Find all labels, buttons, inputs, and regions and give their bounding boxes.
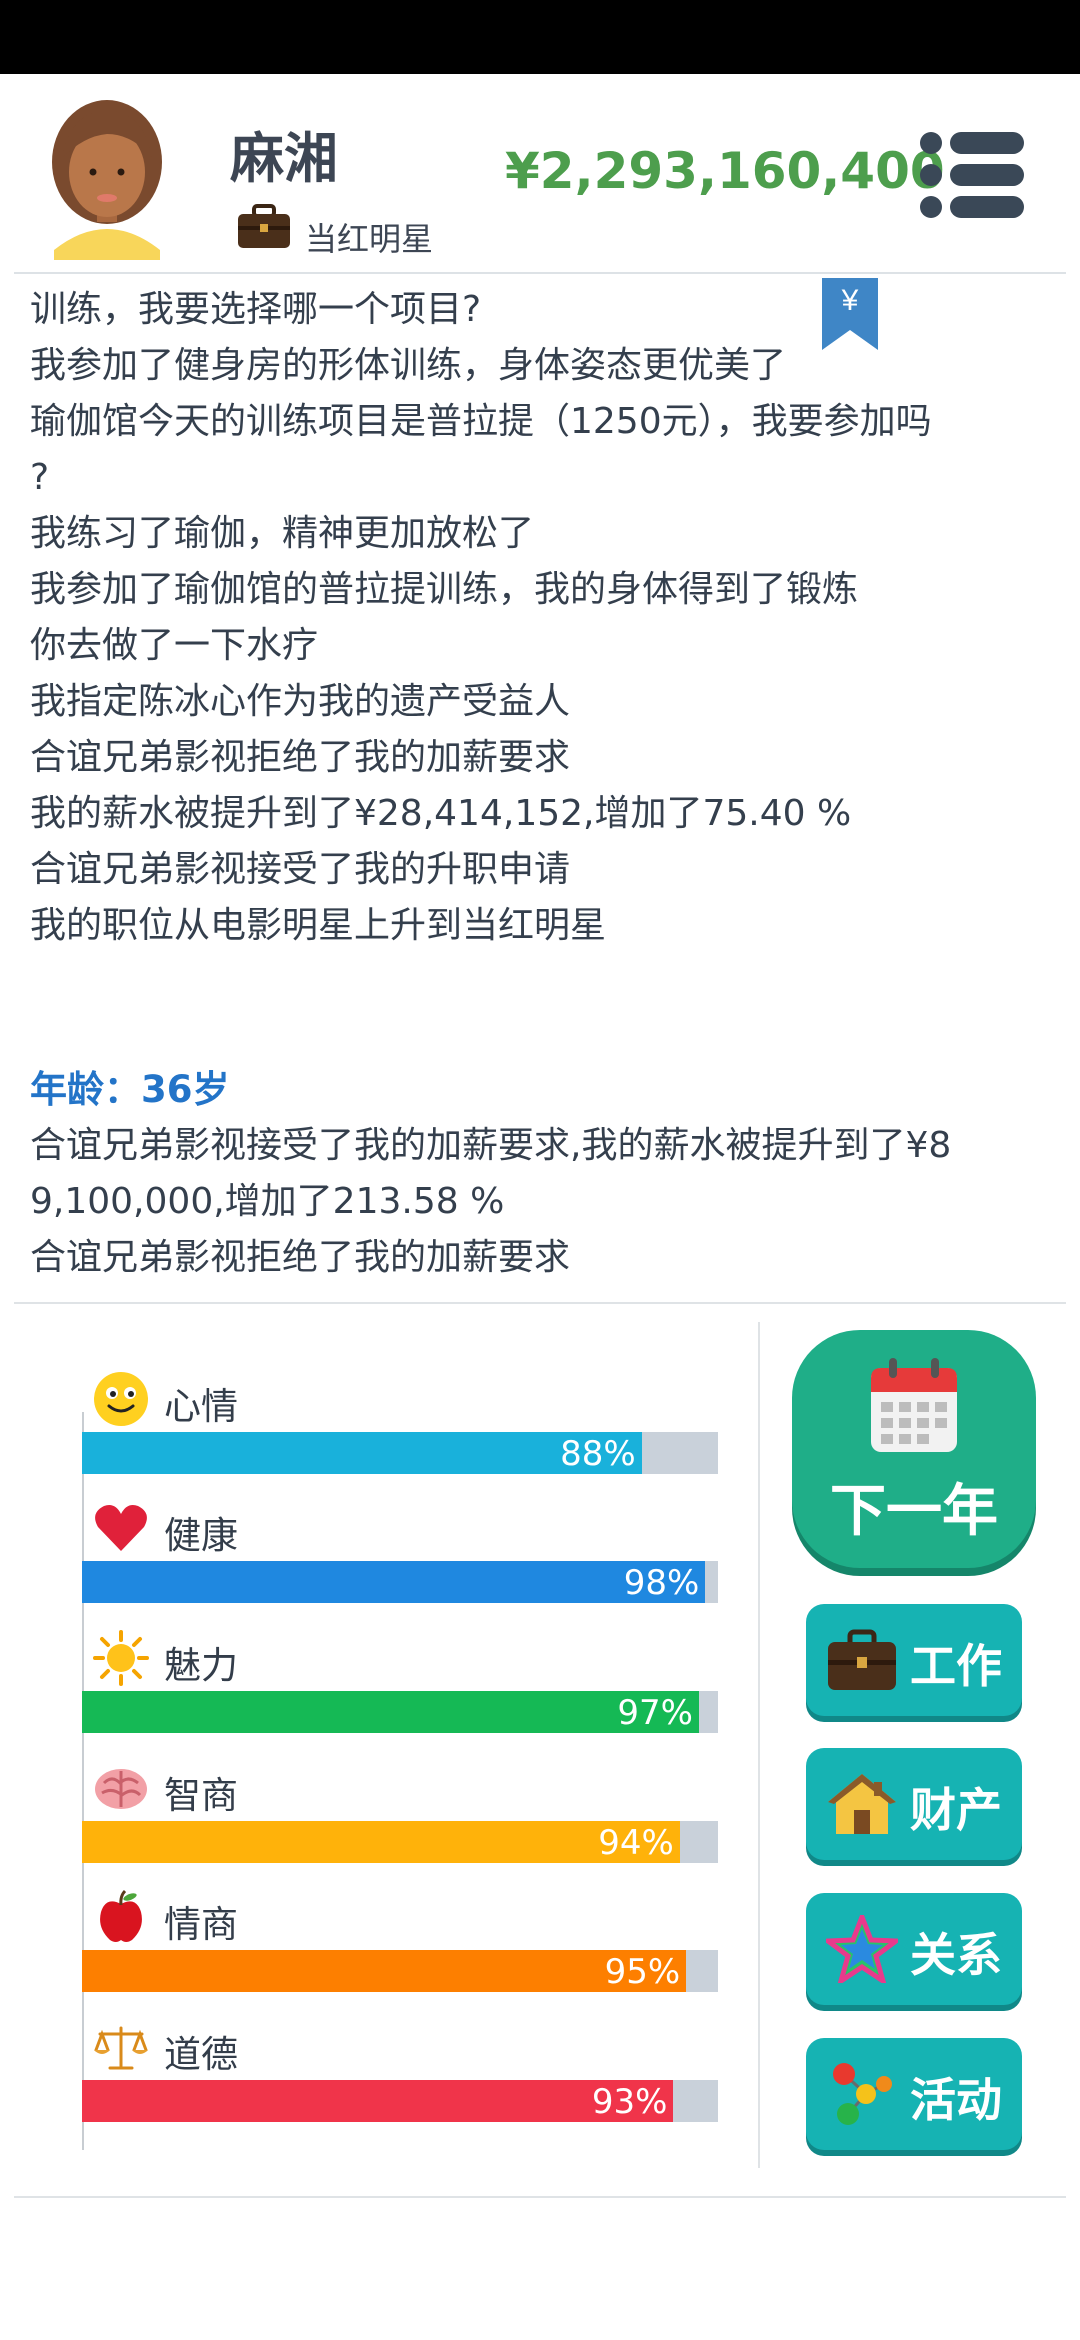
money-balance: ¥2,293,160,400 bbox=[505, 142, 945, 200]
stat-bar-fill: 95% bbox=[82, 1950, 687, 1992]
stat-bar-track: 95% bbox=[82, 1950, 718, 1992]
stat-bar-fill: 93% bbox=[82, 2080, 674, 2122]
stat-label: 情商 bbox=[164, 1903, 238, 1946]
event-log: 训练，我要选择哪一个项目? 我参加了健身房的形体训练，身体姿态更优美了 瑜伽馆今… bbox=[30, 282, 1060, 1286]
work-label: 工作 bbox=[910, 1639, 1002, 1693]
stat-bar-track: 98% bbox=[82, 1561, 718, 1603]
character-name: 麻湘 bbox=[230, 127, 338, 190]
bottom-divider bbox=[14, 2196, 1066, 2198]
log-line: 我参加了健身房的形体训练，身体姿态更优美了 bbox=[30, 345, 787, 386]
log-line: 合谊兄弟影视接受了我的升职申请 bbox=[30, 849, 571, 890]
stat-label: 魅力 bbox=[164, 1644, 238, 1687]
property-label: 财产 bbox=[910, 1783, 1002, 1837]
briefcase-icon bbox=[238, 204, 290, 248]
stats-axis bbox=[82, 1412, 84, 2150]
log-line: 我参加了瑜伽馆的普拉提训练，我的身体得到了锻炼 bbox=[30, 569, 859, 610]
stat-bar-fill: 97% bbox=[82, 1691, 699, 1733]
stat-label: 心情 bbox=[164, 1385, 238, 1428]
log-line: 合谊兄弟影视拒绝了我的加薪要求 bbox=[30, 1237, 571, 1278]
log-line: 合谊兄弟影视拒绝了我的加薪要求 bbox=[30, 737, 571, 778]
activities-label: 活动 bbox=[910, 2073, 1002, 2127]
relations-label: 关系 bbox=[910, 1928, 1002, 1982]
house-icon bbox=[828, 1774, 896, 1834]
section-divider bbox=[14, 1302, 1066, 1304]
scales-icon bbox=[94, 2026, 148, 2070]
log-line: 我的薪水被提升到了¥28,414,152,增加了75.40 % bbox=[30, 793, 852, 834]
header-divider bbox=[14, 272, 1066, 274]
log-line: 训练，我要选择哪一个项目? bbox=[30, 289, 482, 330]
log-line: 我练习了瑜伽，精神更加放松了 bbox=[30, 513, 535, 554]
brain-icon bbox=[95, 1769, 147, 1809]
log-line: 我指定陈冰心作为我的遗产受益人 bbox=[30, 681, 571, 722]
stat-bar-fill: 94% bbox=[82, 1821, 680, 1863]
stat-percent: 97% bbox=[617, 1693, 693, 1733]
log-line: 瑜伽馆今天的训练项目是普拉提（1250元），我要参加吗 ? bbox=[30, 401, 932, 498]
stat-bar-track: 93% bbox=[82, 2080, 718, 2122]
stat-percent: 95% bbox=[604, 1952, 681, 1992]
stat-percent: 88% bbox=[560, 1434, 636, 1474]
header: 麻湘 当红明星 ¥2,293,160,400 bbox=[0, 74, 1080, 272]
stat-percent: 93% bbox=[591, 2082, 668, 2122]
stat-bar-track: 97% bbox=[82, 1691, 718, 1733]
activities-button[interactable]: 活动 bbox=[806, 2038, 1022, 2150]
stat-label: 道德 bbox=[164, 2033, 238, 2076]
stat-label: 健康 bbox=[164, 1514, 238, 1557]
stat-bar-fill: 98% bbox=[82, 1561, 706, 1603]
apple-icon bbox=[100, 1889, 142, 1942]
age-heading: 年龄：36岁 bbox=[30, 1068, 230, 1111]
stat-bar-fill: 88% bbox=[82, 1432, 642, 1474]
star-icon bbox=[826, 1915, 898, 1983]
avatar[interactable] bbox=[40, 90, 175, 260]
log-line: 我的职位从电影明星上升到当红明星 bbox=[30, 905, 607, 946]
stat-percent: 98% bbox=[623, 1563, 700, 1603]
property-button[interactable]: 财产 bbox=[806, 1748, 1022, 1860]
stat-percent: 94% bbox=[598, 1823, 674, 1863]
stat-label: 智商 bbox=[164, 1774, 238, 1817]
sun-icon bbox=[93, 1630, 149, 1686]
briefcase-icon bbox=[828, 1629, 896, 1690]
stat-bar-track: 88% bbox=[82, 1432, 718, 1474]
work-button[interactable]: 工作 bbox=[806, 1604, 1022, 1716]
calendar-icon bbox=[871, 1358, 957, 1452]
heart-icon bbox=[95, 1505, 147, 1551]
next-year-label: 下一年 bbox=[830, 1479, 998, 1544]
money-bookmark-icon[interactable]: ¥ bbox=[822, 278, 878, 350]
next-year-button[interactable]: 下一年 bbox=[792, 1330, 1036, 1568]
log-line: 合谊兄弟影视接受了我的加薪要求,我的薪水被提升到了¥8 9,100,000,增加… bbox=[30, 1125, 952, 1222]
relations-button[interactable]: 关系 bbox=[806, 1893, 1022, 2005]
molecule-icon bbox=[833, 2063, 892, 2125]
vertical-divider bbox=[758, 1322, 760, 2168]
menu-icon[interactable] bbox=[920, 130, 1024, 220]
status-bar bbox=[0, 0, 1080, 74]
log-line: 你去做了一下水疗 bbox=[30, 625, 319, 666]
stat-bar-track: 94% bbox=[82, 1821, 718, 1863]
bookmark-symbol: ¥ bbox=[841, 284, 859, 317]
smiley-face-icon bbox=[94, 1372, 148, 1426]
job-title: 当红明星 bbox=[305, 220, 434, 258]
